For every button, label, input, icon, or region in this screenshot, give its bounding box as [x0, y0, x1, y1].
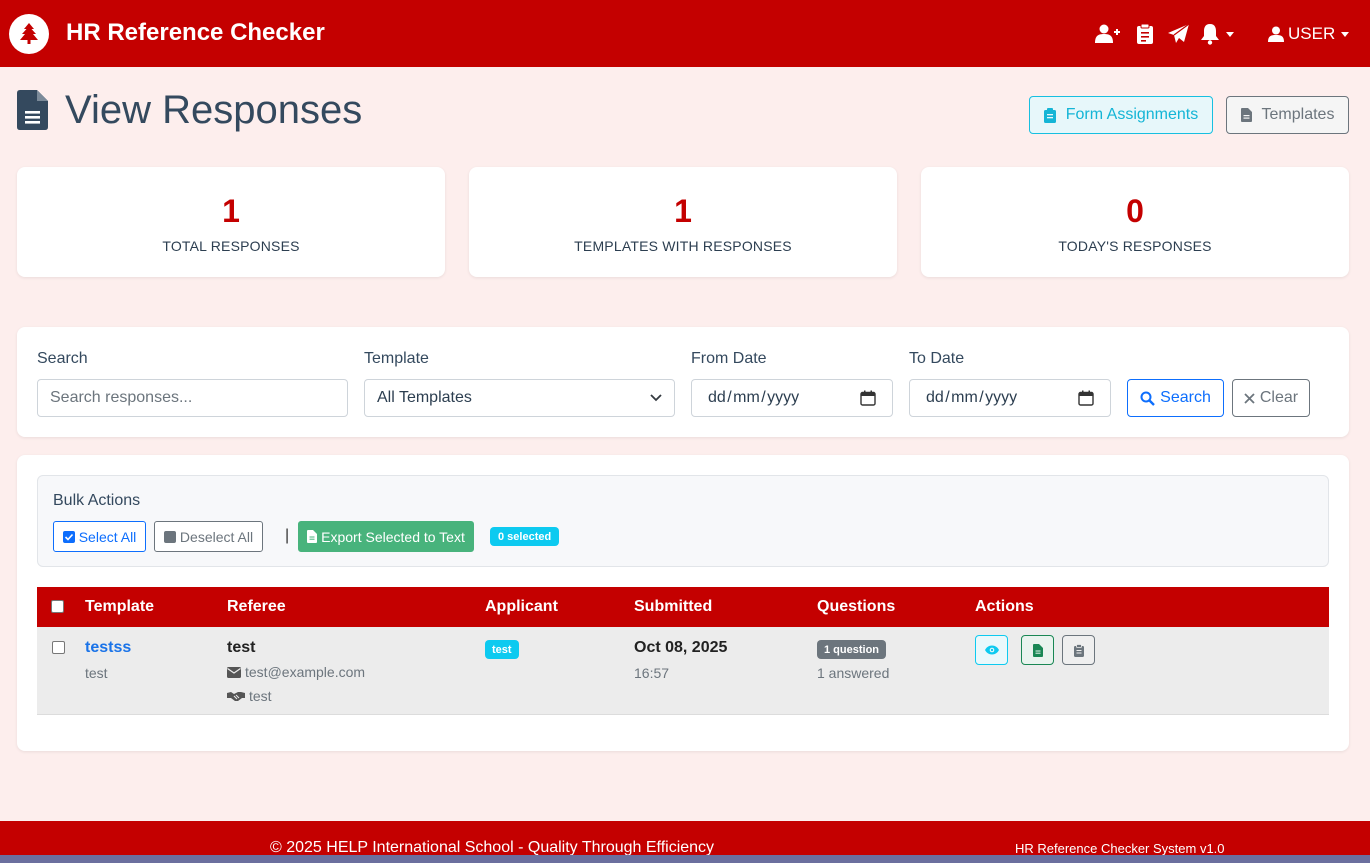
from-date-placeholder: dd / mm / yyyy — [708, 389, 800, 406]
stat-card-templates: 1 TEMPLATES WITH RESPONSES — [469, 167, 897, 277]
stat-label: TODAY'S RESPONSES — [1058, 238, 1212, 254]
filter-panel: Search Search responses... Template All … — [17, 327, 1349, 437]
table-row: testss test test test@example.com test t… — [37, 627, 1329, 715]
page-title: View Responses — [65, 88, 363, 132]
submitted-date: Oct 08, 2025 — [634, 639, 728, 656]
template-link[interactable]: testss — [85, 639, 131, 657]
clipboard-icon — [1073, 643, 1084, 657]
document-icon — [17, 90, 48, 135]
square-icon — [163, 530, 176, 543]
search-icon — [1140, 391, 1155, 406]
column-header-referee[interactable]: Referee — [227, 598, 286, 616]
search-label: Search — [37, 350, 88, 367]
form-assignments-label: Form Assignments — [1065, 106, 1199, 123]
bell-icon — [1201, 24, 1219, 45]
form-assignments-button[interactable]: Form Assignments — [1029, 96, 1213, 134]
column-header-applicant[interactable]: Applicant — [485, 598, 558, 616]
clipboard-icon[interactable] — [1132, 22, 1158, 46]
clear-button-label: Clear — [1259, 389, 1299, 406]
referee-relation-line: test — [227, 688, 272, 704]
templates-label: Templates — [1261, 106, 1335, 123]
stat-card-total: 1 TOTAL RESPONSES — [17, 167, 445, 277]
search-input[interactable]: Search responses... — [37, 379, 348, 417]
column-header-template[interactable]: Template — [85, 598, 154, 616]
template-select[interactable]: All Templates — [364, 379, 675, 417]
questions-badge: 1 question — [817, 640, 887, 659]
column-header-submitted[interactable]: Submitted — [634, 598, 712, 616]
brand-title[interactable]: HR Reference Checker — [66, 19, 325, 47]
calendar-icon — [1078, 390, 1094, 406]
template-label: Template — [364, 350, 429, 367]
chevron-down-icon — [1226, 31, 1234, 37]
stat-card-today: 0 TODAY'S RESPONSES — [921, 167, 1349, 277]
chevron-down-icon — [650, 394, 662, 402]
separator: | — [285, 527, 290, 544]
calendar-icon — [860, 390, 876, 406]
clear-button[interactable]: Clear — [1232, 379, 1310, 417]
tree-icon — [20, 23, 38, 44]
navbar: HR Reference Checker USER — [0, 0, 1370, 67]
deselect-all-button[interactable]: Deselect All — [154, 521, 263, 552]
search-button-label: Search — [1160, 389, 1211, 406]
to-date-input[interactable]: dd / mm / yyyy — [909, 379, 1111, 417]
chevron-down-icon — [1341, 31, 1350, 37]
select-all-label: Select All — [78, 528, 137, 545]
user-icon — [1268, 26, 1284, 42]
footer-version: HR Reference Checker System v1.0 — [1015, 841, 1225, 856]
copy-clipboard-button[interactable] — [1062, 635, 1095, 665]
stat-value: 1 — [222, 193, 240, 229]
referee-name: test — [227, 639, 256, 656]
templates-button[interactable]: Templates — [1226, 96, 1349, 134]
export-selected-label: Export Selected to Text — [321, 528, 465, 545]
stat-value: 1 — [674, 193, 692, 229]
responses-card: Bulk Actions Select All Deselect All | E… — [17, 455, 1349, 751]
referee-relation: test — [249, 688, 272, 704]
submitted-time: 16:57 — [634, 665, 670, 681]
to-date-label: To Date — [909, 350, 965, 367]
row-checkbox[interactable] — [52, 641, 65, 654]
user-plus-icon[interactable] — [1095, 22, 1121, 46]
file-text-icon — [307, 530, 318, 543]
notifications-dropdown[interactable] — [1200, 22, 1240, 46]
search-button[interactable]: Search — [1127, 379, 1224, 417]
template-select-value: All Templates — [377, 389, 472, 406]
export-selected-button[interactable]: Export Selected to Text — [298, 521, 474, 552]
stat-label: TOTAL RESPONSES — [162, 238, 300, 254]
column-header-actions: Actions — [975, 598, 1034, 615]
referee-email-line: test@example.com — [227, 664, 365, 680]
view-response-button[interactable] — [975, 635, 1008, 665]
from-date-input[interactable]: dd / mm / yyyy — [691, 379, 893, 417]
select-all-button[interactable]: Select All — [53, 521, 146, 552]
table-header: Template Referee Applicant Submitted Que… — [37, 587, 1329, 627]
paper-plane-icon[interactable] — [1166, 22, 1192, 46]
eye-icon — [984, 645, 999, 655]
bulk-actions-title: Bulk Actions — [53, 492, 141, 509]
questions-answered: 1 answered — [817, 665, 890, 681]
to-date-placeholder: dd / mm / yyyy — [926, 389, 1018, 406]
file-icon — [1240, 108, 1252, 122]
export-text-button[interactable] — [1021, 635, 1054, 665]
logo[interactable] — [9, 14, 49, 54]
referee-email: test@example.com — [245, 664, 366, 680]
column-header-questions[interactable]: Questions — [817, 598, 895, 616]
selected-count-badge: 0 selected — [490, 527, 560, 546]
stat-value: 0 — [1126, 193, 1144, 229]
bulk-actions-panel: Bulk Actions Select All Deselect All | E… — [37, 475, 1329, 567]
clipboard-icon — [1043, 107, 1056, 123]
select-all-checkbox[interactable] — [51, 600, 64, 613]
stat-label: TEMPLATES WITH RESPONSES — [574, 238, 792, 254]
user-menu[interactable]: USER — [1268, 22, 1350, 46]
deselect-all-label: Deselect All — [179, 528, 254, 545]
from-date-label: From Date — [691, 350, 767, 367]
envelope-icon — [227, 666, 241, 678]
check-square-icon — [62, 530, 75, 543]
handshake-icon — [227, 691, 245, 701]
file-text-icon — [1032, 643, 1043, 657]
close-icon — [1244, 392, 1255, 404]
user-label: USER — [1288, 24, 1336, 43]
template-subtitle: test — [85, 665, 108, 681]
window-bottom-edge — [0, 855, 1370, 863]
applicant-badge: test — [485, 640, 519, 659]
